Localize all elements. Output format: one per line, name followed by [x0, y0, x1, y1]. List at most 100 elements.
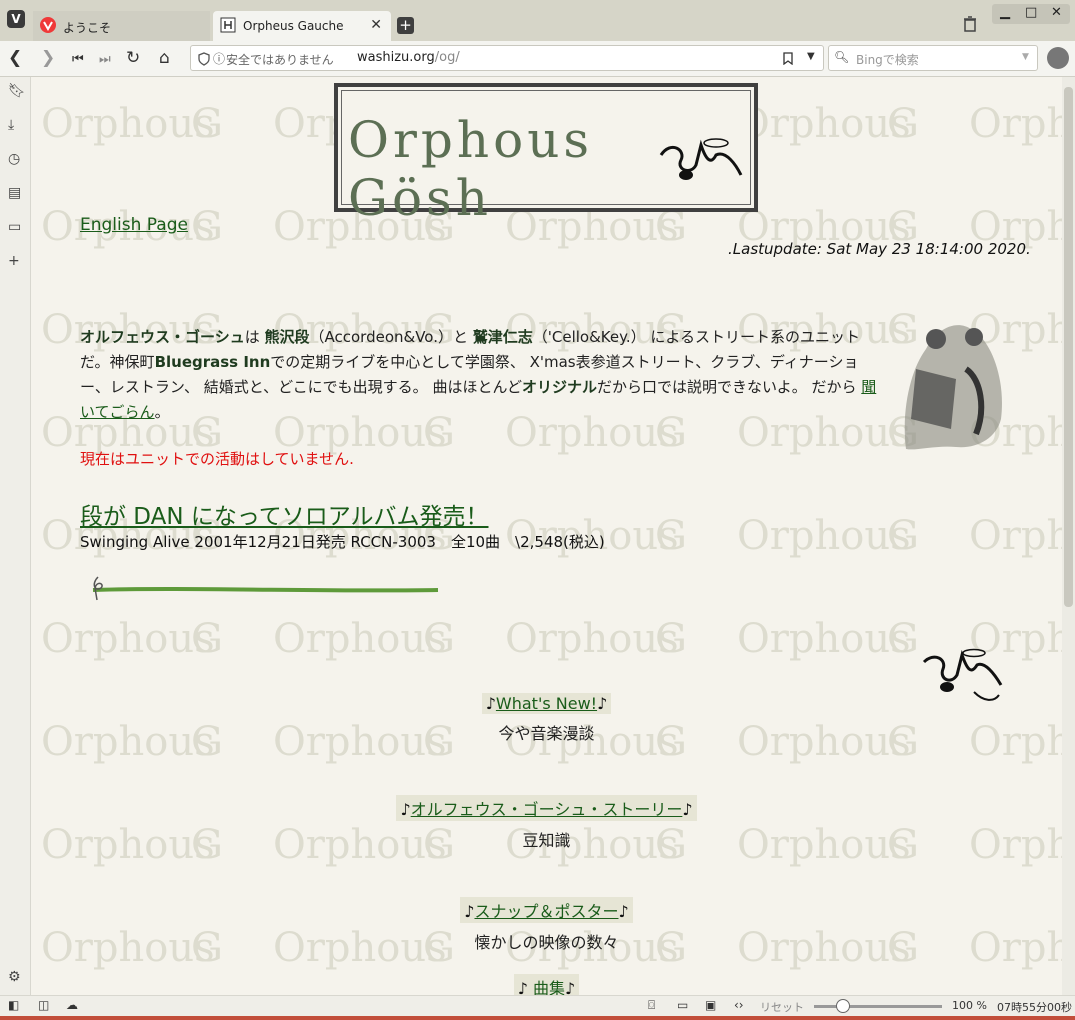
- album-info: Swinging Alive 2001年12月21日発売 RCCN-3003 全…: [80, 533, 605, 551]
- profile-avatar[interactable]: [1047, 47, 1069, 69]
- vivaldi-tab-icon: [40, 17, 56, 33]
- intro-text-6: 。: [154, 403, 170, 421]
- reload-icon[interactable]: ↻: [126, 49, 140, 67]
- page-content: Orphous Gösh English Page .Lastupdate: S…: [31, 77, 1062, 995]
- tab-label: ようこそ: [63, 21, 112, 35]
- clock: 07時55分00秒: [997, 1001, 1072, 1014]
- close-tab-icon[interactable]: ✕: [370, 17, 382, 33]
- window-controls: ▁ □ ✕: [992, 4, 1070, 24]
- site-logo: Orphous Gösh: [334, 83, 758, 227]
- zoom-slider[interactable]: [814, 999, 942, 1013]
- page-actions-icon[interactable]: ‹›: [734, 998, 744, 1012]
- browser-sidebar: 🔖︎ ⤓ ◷ ▤ ▭ + ⚙: [0, 77, 31, 995]
- fast-forward-icon[interactable]: ⏭: [99, 51, 111, 69]
- back-icon[interactable]: ❮: [8, 49, 22, 67]
- search-icon: 🔍︎: [834, 50, 850, 64]
- note-symbol: ♪: [464, 902, 475, 921]
- rewind-icon[interactable]: ⏮: [72, 51, 84, 69]
- intro-text-1: は: [244, 328, 265, 346]
- minimize-icon[interactable]: ▁: [1000, 5, 1010, 20]
- note-symbol: ♪: [517, 979, 528, 995]
- menu-description: 懐かしの映像の数々: [474, 933, 619, 952]
- new-tab-icon[interactable]: +: [397, 17, 414, 34]
- menu-item-story: ♪オルフェウス・ゴーシュ・ストーリー♪ 豆知識: [31, 795, 1062, 851]
- info-icon[interactable]: ⓘ: [213, 50, 225, 67]
- address-bar[interactable]: ⓘ 安全ではありません washizu.org/og/ ▼: [190, 45, 824, 71]
- treble-clef-vine-divider: [92, 576, 439, 601]
- add-panel-icon[interactable]: +: [8, 253, 20, 269]
- tab-label: Orpheus Gauche: [243, 19, 344, 33]
- image-toggle-icon[interactable]: ▣: [705, 998, 716, 1012]
- tile-tabs-icon[interactable]: ◫: [38, 998, 49, 1012]
- member-washizu: 鷲津仁志: [472, 328, 533, 346]
- tab-orpheus-gauche[interactable]: Orpheus Gauche ✕: [213, 11, 391, 41]
- forward-icon[interactable]: ❯: [41, 49, 55, 67]
- note-symbol: ♪: [400, 800, 411, 819]
- url-dropdown-icon[interactable]: ▼: [807, 51, 815, 62]
- menu-item-snaps: ♪スナップ＆ポスター♪ 懐かしの映像の数々: [31, 897, 1062, 953]
- window-panel-icon[interactable]: ▭: [8, 219, 21, 235]
- sync-cloud-icon[interactable]: ☁: [66, 998, 78, 1012]
- band-photo: [904, 325, 1002, 450]
- url-text: washizu.org/og/: [357, 50, 460, 65]
- home-icon[interactable]: ⌂: [159, 49, 170, 67]
- english-page-link[interactable]: English Page: [80, 215, 188, 235]
- solo-album-link[interactable]: 段が DAN になってソロアルバム発売！: [80, 497, 489, 531]
- songs-link[interactable]: 曲集: [533, 979, 565, 995]
- search-engine-dropdown-icon[interactable]: ▼: [1022, 52, 1029, 62]
- snaps-posters-link[interactable]: スナップ＆ポスター: [474, 902, 618, 921]
- menu-description: 豆知識: [522, 831, 571, 850]
- inactive-notice: 現在はユニットでの活動はしていません.: [80, 450, 354, 468]
- venue-name: Bluegrass Inn: [154, 353, 271, 371]
- scrollbar-thumb[interactable]: [1064, 87, 1073, 607]
- intro-text-5: だから口では説明できないよ。 だから: [597, 378, 862, 396]
- zoom-slider-knob[interactable]: [836, 999, 850, 1013]
- search-bar[interactable]: 🔍︎ Bingで検索 ▼: [828, 45, 1038, 71]
- bookmarks-panel-icon[interactable]: 🔖︎: [8, 83, 26, 99]
- menu-link-box: ♪ 曲集♪: [513, 974, 580, 995]
- note-symbol: ♪: [485, 694, 496, 713]
- note-symbol: ♪: [618, 902, 629, 921]
- url-host: washizu.org: [357, 50, 435, 65]
- unit-name: オルフェウス・ゴーシュ: [80, 328, 245, 346]
- url-path: /og/: [434, 50, 460, 65]
- site-favicon-icon: [220, 17, 236, 33]
- menu-link-box: ♪What's New!♪: [481, 693, 612, 714]
- maximize-icon[interactable]: □: [1025, 5, 1037, 20]
- search-placeholder: Bingで検索: [856, 53, 919, 67]
- menu-description: 今や音楽漫談: [498, 724, 595, 743]
- vertical-scrollbar[interactable]: [1062, 77, 1075, 995]
- browser-titlebar: V ようこそ Orpheus Gauche ✕ + ▁ □ ✕: [0, 0, 1075, 41]
- panel-toggle-icon[interactable]: ◧: [8, 998, 19, 1012]
- intro-paragraph: オルフェウス・ゴーシュは 熊沢段（Accordeon&Vo.）と 鷲津仁志（'C…: [80, 325, 880, 425]
- window-mode-icon[interactable]: ▭: [677, 998, 688, 1012]
- close-window-icon[interactable]: ✕: [1051, 5, 1062, 20]
- whats-new-link[interactable]: What's New!: [496, 694, 597, 713]
- note-symbol: ♪: [565, 979, 576, 995]
- winged-note-logo-icon: [659, 138, 743, 180]
- navigation-bar: ❮ ❯ ⏮ ⏭ ↻ ⌂ ⓘ 安全ではありません washizu.org/og/ …: [0, 41, 1075, 77]
- last-update: .Lastupdate: Sat May 23 18:14:00 2020.: [728, 240, 1031, 258]
- status-bar: ◧ ◫ ☁ ⌼ ▭ ▣ ‹› リセット 100 % 07時55分00秒: [0, 995, 1075, 1016]
- settings-gear-icon[interactable]: ⚙: [8, 969, 21, 985]
- story-link[interactable]: オルフェウス・ゴーシュ・ストーリー: [411, 800, 683, 819]
- trash-icon[interactable]: [963, 16, 977, 32]
- menu-item-whats-new: ♪What's New!♪ 今や音楽漫談: [31, 693, 1062, 744]
- notes-panel-icon[interactable]: ▤: [8, 185, 21, 201]
- original-word: オリジナル: [522, 378, 598, 396]
- tab-welcome[interactable]: ようこそ: [33, 11, 210, 41]
- menu-link-box: ♪スナップ＆ポスター♪: [460, 897, 633, 923]
- security-status: 安全ではありません: [226, 53, 334, 67]
- vivaldi-menu-icon[interactable]: V: [7, 10, 25, 28]
- bookmark-icon[interactable]: [783, 52, 793, 65]
- note-symbol: ♪: [682, 800, 693, 819]
- history-panel-icon[interactable]: ◷: [8, 151, 20, 167]
- zoom-reset[interactable]: リセット: [760, 999, 804, 1015]
- note-symbol: ♪: [597, 694, 608, 713]
- intro-text-2: （Accordeon&Vo.）と: [309, 328, 473, 346]
- screenshot-camera-icon[interactable]: ⌼: [648, 998, 655, 1013]
- shield-icon[interactable]: [198, 52, 210, 66]
- downloads-panel-icon[interactable]: ⤓: [8, 117, 14, 133]
- menu-link-box: ♪オルフェウス・ゴーシュ・ストーリー♪: [396, 795, 697, 821]
- menu-item-songs: ♪ 曲集♪: [31, 974, 1062, 995]
